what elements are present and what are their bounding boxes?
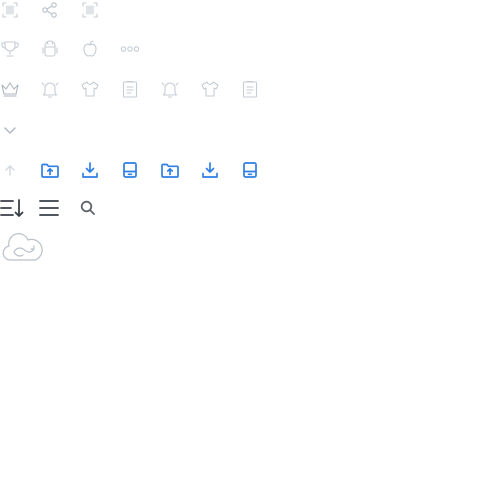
folder-upload-icon[interactable] — [160, 160, 180, 180]
drive-icon[interactable] — [120, 160, 140, 180]
sort-list-icon[interactable] — [0, 196, 24, 220]
menu-icon[interactable] — [38, 196, 60, 220]
arrow-up-icon — [0, 160, 20, 180]
more-dots-icon[interactable] — [120, 39, 140, 59]
chevron-down-icon[interactable] — [0, 120, 20, 140]
bell-icon — [40, 79, 60, 99]
barcode-scan-icon — [80, 0, 100, 20]
crown-icon — [0, 79, 20, 99]
barcode-scan-icon — [0, 0, 20, 20]
tshirt-icon — [200, 79, 220, 99]
download-icon[interactable] — [200, 160, 220, 180]
clipboard-icon — [240, 79, 260, 99]
apple-icon — [80, 39, 100, 59]
download-icon[interactable] — [80, 160, 100, 180]
trophy-icon — [0, 39, 20, 59]
bell-icon — [160, 79, 180, 99]
folder-upload-icon[interactable] — [40, 160, 60, 180]
tshirt-icon — [80, 79, 100, 99]
clipboard-icon — [120, 79, 140, 99]
search-icon[interactable] — [79, 199, 97, 217]
cloud-sync-icon — [0, 228, 44, 266]
android-icon — [40, 39, 60, 59]
drive-icon[interactable] — [240, 160, 260, 180]
share-icon — [40, 0, 60, 20]
